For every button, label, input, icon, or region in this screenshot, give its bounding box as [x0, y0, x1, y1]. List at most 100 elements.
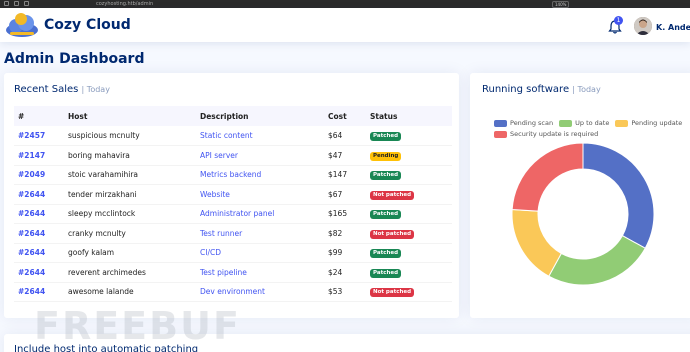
page-title: Admin Dashboard — [4, 51, 145, 67]
row-cost: $99 — [324, 243, 366, 263]
row-cost: $64 — [324, 126, 366, 146]
recent-sales-card: Recent Sales | Today # Host Description … — [4, 73, 459, 318]
row-cost: $24 — [324, 262, 366, 283]
row-id-link[interactable]: #2644 — [14, 184, 64, 205]
row-description-link[interactable]: CI/CD — [196, 243, 324, 263]
donut-slice-pending-update[interactable] — [511, 209, 562, 277]
status-badge: Not patched — [370, 288, 415, 298]
table-row: #2644 awesome lalande Dev environment $53 No… — [14, 282, 452, 302]
row-cost: $165 — [324, 204, 366, 224]
table-body: #2457 suspicious mcnulty Static content $64… — [14, 126, 452, 302]
row-id-link[interactable]: #2644 — [14, 243, 64, 263]
legend-swatch — [494, 119, 507, 127]
row-description-link[interactable]: Test runner — [196, 223, 324, 244]
running-software-subtitle: | Today — [572, 85, 601, 94]
column-header-description[interactable]: Description — [196, 106, 324, 126]
row-status-cell: Patched — [366, 243, 452, 263]
status-badge: Patched — [370, 171, 402, 181]
status-badge: Not patched — [370, 190, 415, 200]
legend-label: Security update is required — [510, 130, 599, 138]
row-status-cell: Not patched — [366, 282, 452, 302]
watermark-logo: FREEBUF — [34, 304, 241, 348]
donut-slice-up-to-date[interactable] — [548, 235, 646, 286]
table-row: #2644 tender mirzakhani Website $67 Not patc… — [14, 184, 452, 205]
row-id-link[interactable]: #2644 — [14, 282, 64, 302]
legend-item[interactable]: Up to date — [559, 119, 609, 127]
legend-item[interactable]: Pending scan — [494, 119, 553, 127]
legend-swatch — [559, 119, 573, 127]
row-id-link[interactable]: #2049 — [14, 165, 64, 185]
row-host: sleepy mcclintock — [64, 204, 196, 224]
recent-sales-title: Recent Sales | Today — [14, 84, 110, 95]
user-name[interactable]: K. Anderson — [656, 23, 690, 32]
row-description-link[interactable]: API server — [196, 145, 324, 166]
donut-slice-pending-scan[interactable] — [582, 142, 655, 249]
row-description-link[interactable]: Administrator panel — [196, 204, 324, 224]
row-host: suspicious mcnulty — [64, 126, 196, 146]
row-cost: $147 — [324, 165, 366, 185]
legend-label: Up to date — [575, 119, 610, 127]
row-status-cell: Pending — [366, 145, 452, 166]
status-badge: Patched — [370, 249, 402, 259]
row-id-link[interactable]: #2644 — [14, 204, 64, 224]
recent-sales-table: # Host Description Cost Status #2457 susp… — [14, 106, 452, 302]
cloud-logo-icon[interactable] — [4, 10, 40, 40]
avatar[interactable] — [634, 17, 652, 35]
table-row: #2049 stoic varahamihira Metrics backend $1… — [14, 165, 452, 185]
recent-sales-title-text: Recent Sales — [14, 84, 79, 95]
row-cost: $67 — [324, 184, 366, 205]
recent-sales-subtitle: | Today — [81, 85, 110, 94]
chart-legend: Pending scan Up to date Pending update Secu… — [494, 119, 690, 141]
back-icon[interactable] — [4, 1, 9, 6]
running-software-card: Running software | Today Pending scan Up … — [470, 73, 690, 318]
row-id-link[interactable]: #2644 — [14, 223, 64, 244]
browser-toolbar: cozyhosting.htb/admin 140% — [0, 0, 690, 8]
row-host: tender mirzakhani — [64, 184, 196, 205]
row-id-link[interactable]: #2644 — [14, 262, 64, 283]
row-description-link[interactable]: Static content — [196, 126, 324, 146]
forward-icon[interactable] — [14, 1, 19, 6]
reload-icon[interactable] — [24, 1, 29, 6]
column-header-status[interactable]: Status — [366, 106, 452, 126]
column-header-id[interactable]: # — [14, 106, 64, 126]
brand-name[interactable]: Cozy Cloud — [44, 17, 131, 33]
status-badge: Pending — [370, 151, 402, 161]
legend-label: Pending update — [631, 119, 683, 127]
table-row: #2644 sleepy mcclintock Administrator pane… — [14, 204, 452, 224]
row-cost: $82 — [324, 223, 366, 244]
table-row: #2644 reverent archimedes Test pipeline $24… — [14, 262, 452, 283]
status-badge: Patched — [370, 210, 402, 220]
table-row: #2147 boring mahavira API server $47 Pending — [14, 145, 452, 166]
column-header-cost[interactable]: Cost — [324, 106, 366, 126]
row-description-link[interactable]: Metrics backend — [196, 165, 324, 185]
status-badge: Patched — [370, 268, 402, 278]
row-id-link[interactable]: #2147 — [14, 145, 64, 166]
legend-item[interactable]: Security update is required — [494, 130, 598, 138]
notification-badge: 1 — [614, 16, 623, 25]
table-row: #2457 suspicious mcnulty Static content $64… — [14, 126, 452, 146]
table-header-row: # Host Description Cost Status — [14, 106, 452, 126]
row-host: reverent archimedes — [64, 262, 196, 283]
row-description-link[interactable]: Dev environment — [196, 282, 324, 302]
row-cost: $53 — [324, 282, 366, 302]
running-software-title-text: Running software — [482, 84, 570, 95]
running-software-title: Running software | Today — [482, 84, 601, 95]
row-cost: $47 — [324, 145, 366, 166]
zoom-indicator[interactable]: 140% — [552, 1, 570, 8]
software-donut-chart — [511, 142, 655, 286]
row-host: stoic varahamihira — [64, 165, 196, 185]
status-badge: Not patched — [370, 229, 415, 239]
row-host: awesome lalande — [64, 282, 196, 302]
row-id-link[interactable]: #2457 — [14, 126, 64, 146]
donut-slice-security-update-is-required[interactable] — [511, 142, 584, 212]
legend-swatch — [615, 119, 629, 127]
row-host: goofy kalam — [64, 243, 196, 263]
row-host: boring mahavira — [64, 145, 196, 166]
row-description-link[interactable]: Website — [196, 184, 324, 205]
legend-swatch — [494, 130, 507, 138]
row-description-link[interactable]: Test pipeline — [196, 262, 324, 283]
address-bar[interactable]: cozyhosting.htb/admin — [96, 0, 153, 8]
top-header: Cozy Cloud 1 K. Anderson — [0, 8, 690, 42]
legend-item[interactable]: Pending update — [615, 119, 682, 127]
column-header-host[interactable]: Host — [64, 106, 196, 126]
